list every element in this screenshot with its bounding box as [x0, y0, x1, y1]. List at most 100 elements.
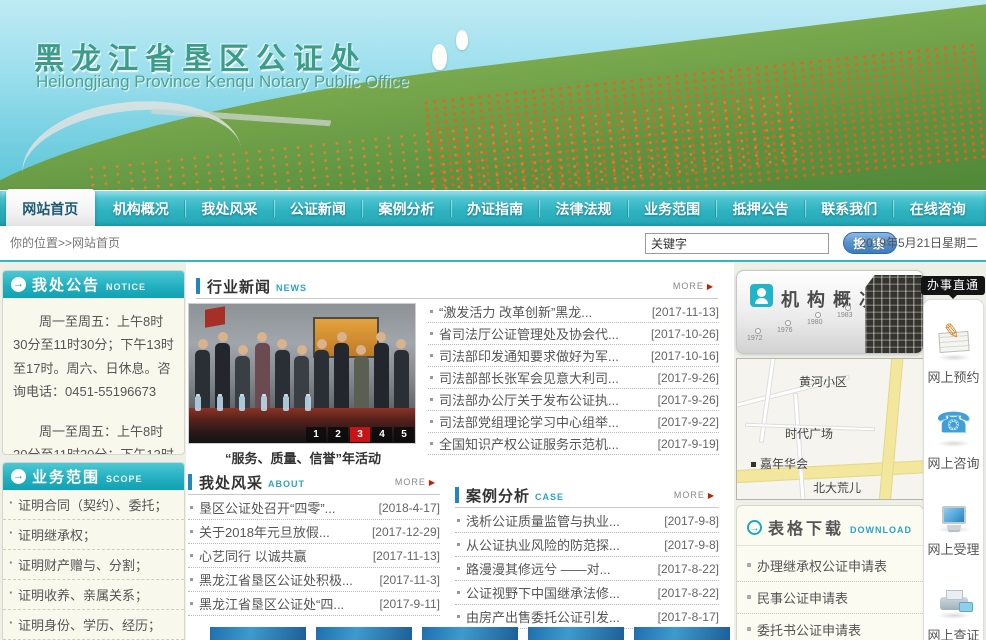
map-road [878, 358, 904, 500]
printer-icon [940, 597, 968, 610]
news-item[interactable]: 司法部部长张军会见意大利司... [2017-9-26] [428, 367, 719, 389]
download-header: 表格下载 DOWNLOAD [737, 506, 923, 546]
download-item[interactable]: 民事公证申请表 [737, 582, 923, 614]
section-bar-icon [455, 487, 459, 503]
news-item[interactable]: 从公证执业风险的防范探...[2017-9-8] [455, 533, 719, 557]
news-item[interactable]: 黑龙江省垦区公证处“四...[2017-9-11] [188, 592, 440, 616]
section-bar-icon [188, 474, 192, 490]
bullet-icon [430, 310, 433, 313]
icon-shadow-decor [937, 440, 971, 447]
nav-item-laws[interactable]: 法律法规 [539, 191, 628, 226]
case-header: 案例分析 CASE MORE [455, 483, 719, 508]
notice-panel: 我处公告 NOTICE 周一至周五：上午8时30分至11时30分；下午13时至1… [2, 270, 185, 455]
scope-item[interactable]: 证明合同（契约）、委托； [3, 490, 184, 520]
section-eng: NEWS [276, 283, 307, 293]
pager-item[interactable]: 4 [372, 427, 392, 442]
nav-item-mortgage-notice[interactable]: 抵押公告 [716, 191, 805, 226]
monitor-icon [942, 506, 966, 524]
search-input[interactable] [645, 233, 829, 254]
scope-item[interactable]: 证明身份、学历、经历； [3, 610, 184, 640]
news-item-date: [2017-8-22] [652, 562, 719, 576]
news-item-title: 浅析公证质量监管与执业... [466, 511, 620, 530]
org-overview-card[interactable]: 机构概况 1972 1976 1980 1983 [736, 270, 924, 354]
more-link[interactable]: MORE [395, 477, 440, 487]
news-item[interactable]: 司法部党组理论学习中心组举...[2017-9-22] [428, 411, 719, 433]
section-title: 案例分析 [466, 485, 530, 506]
section-title: 行业新闻 [207, 276, 271, 297]
pager-item[interactable]: 1 [306, 427, 326, 442]
photo-thumb[interactable] [316, 627, 412, 640]
scope-item[interactable]: 证明收养、亲属关系； [3, 580, 184, 610]
news-item-date: [2017-9-26] [652, 371, 719, 385]
news-item[interactable]: 由房产出售委托公证引发...[2017-8-17] [455, 605, 719, 629]
case-list: 浅析公证质量监管与执业...[2017-9-8] 从公证执业风险的防范探...[… [455, 509, 719, 629]
industry-news-header: 行业新闻 NEWS MORE [196, 274, 718, 299]
pager-item[interactable]: 5 [394, 427, 414, 442]
section-eng: ABOUT [268, 479, 305, 489]
photo-thumb[interactable] [422, 627, 518, 640]
news-item[interactable]: 垦区公证处召开“四零”...[2018-4-17] [188, 496, 440, 520]
nav-item-org-overview[interactable]: 机构概况 [97, 191, 186, 226]
bullet-icon [457, 543, 460, 546]
notice-title: 我处公告 [32, 274, 100, 295]
bullet-icon [430, 354, 433, 357]
news-item[interactable]: 浅析公证质量监管与执业...[2017-9-8] [455, 509, 719, 533]
pager-item-active[interactable]: 3 [350, 427, 370, 442]
nav-item-business-scope[interactable]: 业务范围 [628, 191, 717, 226]
download-panel: 表格下载 DOWNLOAD 办理继承权公证申请表 民事公证申请表 委托书公证申请… [736, 505, 924, 640]
express-item-appointment[interactable]: 网上预约 [924, 314, 983, 386]
news-item[interactable]: “激发活力 改革创新”黑龙...[2017-11-13] [428, 301, 719, 323]
notice-eng: NOTICE [106, 282, 146, 292]
nav-item-contact[interactable]: 联系我们 [805, 191, 894, 226]
bullet-icon [430, 376, 433, 379]
nav-item-notary-news[interactable]: 公证新闻 [274, 191, 363, 226]
nav-item-case-analysis[interactable]: 案例分析 [362, 191, 451, 226]
express-label: 网上查证 [924, 625, 983, 640]
photo-thumb[interactable] [528, 627, 624, 640]
photo-slider[interactable]: 1 2 3 4 5 [188, 303, 416, 444]
slider-caption[interactable]: “服务、质量、信誉”年活动 [188, 448, 418, 467]
news-item[interactable]: 关于2018年元旦放假...[2017-12-29] [188, 520, 440, 544]
news-item[interactable]: 心艺同行 以诚共赢[2017-11-13] [188, 544, 440, 568]
news-item[interactable]: 司法部印发通知要求做好为军...[2017-10-16] [428, 345, 719, 367]
about-header: 我处风采 ABOUT MORE [188, 470, 440, 495]
map-thumbnail[interactable]: 黄河小区 时代广场 嘉年华会 北大荒儿 [736, 358, 924, 500]
express-item-consult[interactable]: ☎ 网上咨询 [924, 400, 983, 472]
download-list: 办理继承权公证申请表 民事公证申请表 委托书公证申请表 委托书公证申请表(房地产… [737, 546, 923, 640]
nav-item-home[interactable]: 网站首页 [6, 189, 95, 229]
scope-item[interactable]: 证明继承权； [3, 520, 184, 550]
about-list: 垦区公证处召开“四零”...[2018-4-17] 关于2018年元旦放假...… [188, 496, 440, 616]
pager-item[interactable]: 2 [328, 427, 348, 442]
more-link[interactable]: MORE [673, 281, 718, 291]
news-item[interactable]: 路漫漫其修远兮 ——对...[2017-8-22] [455, 557, 719, 581]
more-link[interactable]: MORE [674, 490, 719, 500]
news-item-date: [2017-8-17] [652, 610, 719, 624]
news-item-date: [2017-12-29] [366, 525, 440, 539]
bullet-icon [190, 578, 193, 581]
scope-item[interactable]: 证明财产赠与、分割； [3, 550, 184, 580]
bullet-icon [457, 519, 460, 522]
slider-pager: 1 2 3 4 5 [306, 427, 414, 442]
nav-item-office-style[interactable]: 我处风采 [185, 191, 274, 226]
nav-item-guide[interactable]: 办证指南 [451, 191, 540, 226]
download-item[interactable]: 办理继承权公证申请表 [737, 550, 923, 582]
photo-thumb[interactable] [210, 627, 306, 640]
map-road [793, 393, 806, 500]
download-item[interactable]: 委托书公证申请表 [737, 614, 923, 640]
express-item-accept[interactable]: 网上受理 [924, 486, 983, 558]
photo-thumb[interactable] [634, 627, 730, 640]
scope-title: 业务范围 [32, 466, 100, 487]
notice-body: 周一至周五：上午8时30分至11时30分；下午13时至17时。周六、日休息。咨询… [3, 298, 184, 455]
news-item-date: [2017-9-19] [652, 437, 719, 451]
news-item[interactable]: 黑龙江省垦区公证处积极...[2017-11-3] [188, 568, 440, 592]
news-item[interactable]: 全国知识产权公证服务示范机...[2017-9-19] [428, 433, 719, 455]
map-label: 嘉年华会 [751, 455, 808, 472]
express-item-verify[interactable]: 网上查证 [924, 572, 983, 640]
news-item-title: 司法部部长张军会见意大利司... [439, 368, 619, 387]
bullet-icon [430, 398, 433, 401]
notice-header: 我处公告 NOTICE [3, 271, 184, 298]
news-item[interactable]: 司法部办公厅关于发布公证执...[2017-9-26] [428, 389, 719, 411]
news-item[interactable]: 省司法厅公证管理处及协会代...[2017-10-26] [428, 323, 719, 345]
nav-item-online-consult[interactable]: 在线咨询 [893, 191, 982, 226]
news-item[interactable]: 公证视野下中国继承法修...[2017-8-22] [455, 581, 719, 605]
